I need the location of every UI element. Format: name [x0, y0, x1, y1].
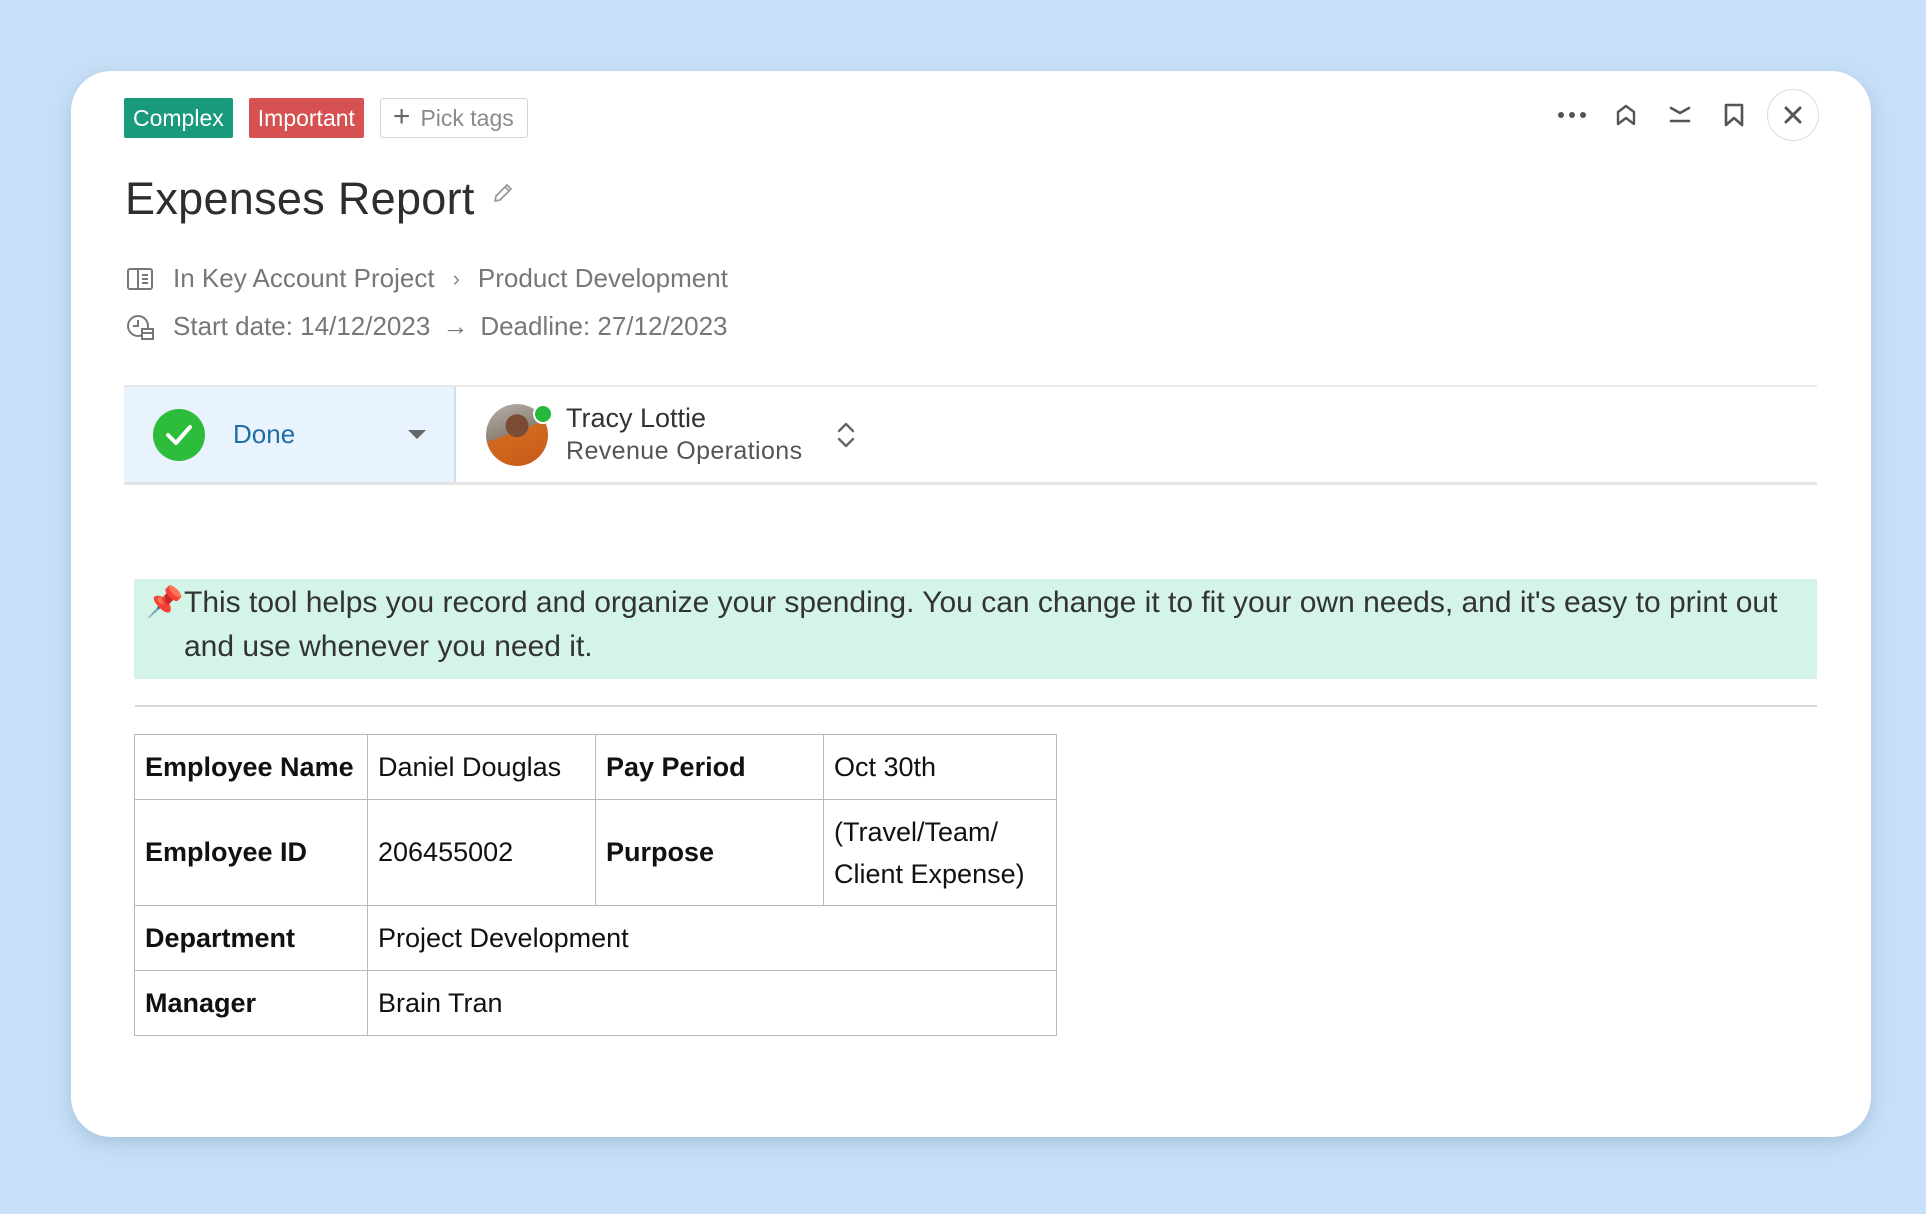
breadcrumb-section[interactable]: Product Development	[478, 263, 728, 294]
employee-id-value[interactable]: 206455002	[367, 799, 596, 906]
breadcrumb-project[interactable]: In Key Account Project	[173, 263, 435, 294]
department-value[interactable]: Project Development	[367, 905, 1057, 971]
assignee-team: Revenue Operations	[566, 436, 803, 465]
employee-info-table: Employee Name Daniel Douglas Pay Period …	[134, 734, 1057, 1036]
tag-list: Complex Important + Pick tags	[124, 98, 528, 138]
assignee-name: Tracy Lottie	[566, 403, 707, 433]
breadcrumb: In Key Account Project › Product Develop…	[125, 263, 728, 294]
table-row: Employee ID 206455002 Purpose (Travel/Te…	[134, 799, 1057, 906]
status-assignee-bar: Done Tracy Lottie Revenue Operations	[124, 385, 1817, 485]
calendar-clock-icon	[125, 312, 155, 342]
info-callout: 📌 This tool helps you record and organiz…	[134, 579, 1817, 679]
chevron-down-icon	[408, 430, 426, 439]
close-icon	[1784, 106, 1802, 124]
status-label: Done	[233, 419, 296, 449]
purpose-value[interactable]: (Travel/Team/ Client Expense)	[823, 799, 1057, 906]
manager-value[interactable]: Brain Tran	[367, 970, 1057, 1036]
pick-tags-button[interactable]: + Pick tags	[379, 98, 528, 138]
pin-button[interactable]	[1599, 88, 1653, 142]
project-panel-icon	[125, 264, 155, 294]
manager-label: Manager	[134, 970, 368, 1036]
avatar	[486, 403, 553, 466]
table-row: Employee Name Daniel Douglas Pay Period …	[134, 734, 1057, 800]
department-label: Department	[134, 905, 368, 971]
assignee-selector[interactable]: Tracy Lottie Revenue Operations	[456, 387, 857, 482]
tag-complex[interactable]: Complex	[124, 98, 233, 138]
online-status-icon	[533, 403, 553, 424]
arrow-right-icon: →	[442, 311, 469, 341]
pay-period-label: Pay Period	[595, 734, 824, 800]
collapse-button[interactable]	[1653, 88, 1707, 142]
pencil-icon	[493, 184, 512, 202]
check-circle-icon	[153, 408, 205, 461]
title-row: Expenses Report	[125, 173, 515, 225]
employee-name-label: Employee Name	[134, 734, 368, 800]
purpose-line-1: (Travel/Team/	[834, 816, 999, 847]
employee-name-value[interactable]: Daniel Douglas	[367, 734, 596, 800]
pin-icon	[1616, 104, 1636, 126]
date-range: Start date: 14/12/2023 → Deadline: 27/12…	[125, 311, 728, 342]
plus-icon: +	[392, 99, 411, 133]
assignee-info: Tracy Lottie Revenue Operations	[566, 402, 803, 467]
divider	[135, 705, 1817, 707]
table-row: Manager Brain Tran	[134, 970, 1057, 1036]
collapse-icon	[1669, 106, 1691, 123]
callout-text: This tool helps you record and organize …	[184, 586, 1778, 663]
chevron-up-down-icon[interactable]	[835, 420, 857, 450]
table-row: Department Project Development	[134, 905, 1057, 971]
start-date[interactable]: Start date: 14/12/2023	[173, 311, 430, 342]
breadcrumb-separator-icon: ›	[452, 265, 460, 291]
more-horizontal-icon	[1558, 112, 1586, 118]
pay-period-value[interactable]: Oct 30th	[823, 734, 1057, 800]
purpose-label: Purpose	[595, 799, 824, 906]
bookmark-button[interactable]	[1707, 88, 1761, 142]
task-detail-card: Complex Important + Pick tags Expenses R…	[71, 71, 1871, 1137]
more-button[interactable]	[1545, 88, 1599, 142]
tag-important[interactable]: Important	[248, 98, 364, 138]
pushpin-icon: 📌	[146, 586, 184, 619]
purpose-line-2: Client Expense)	[834, 858, 1025, 889]
page-title[interactable]: Expenses Report	[125, 173, 475, 225]
status-dropdown[interactable]: Done	[124, 387, 456, 482]
pick-tags-label: Pick tags	[420, 104, 514, 131]
employee-id-label: Employee ID	[134, 799, 368, 906]
close-button[interactable]	[1767, 89, 1819, 141]
edit-title-button[interactable]	[491, 181, 515, 205]
deadline[interactable]: Deadline: 27/12/2023	[480, 311, 727, 342]
header-actions	[1545, 88, 1819, 142]
bookmark-icon	[1724, 103, 1744, 127]
